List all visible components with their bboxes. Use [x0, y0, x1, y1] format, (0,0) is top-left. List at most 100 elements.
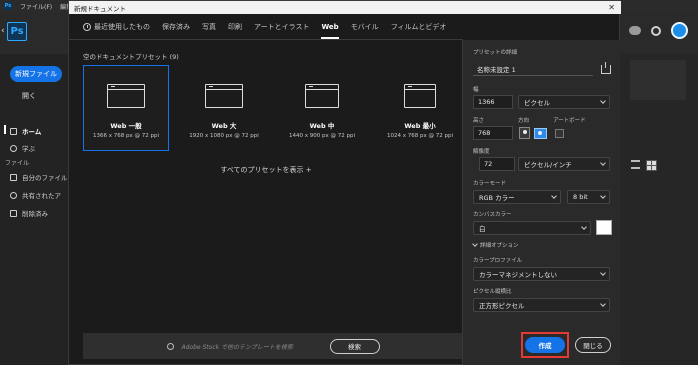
- search-icon[interactable]: [651, 25, 661, 36]
- photoshop-window: Ps ファイル(F) 編集(E) ‹ Ps 新規ファイル 開く ホーム 学ぶ フ…: [0, 0, 698, 365]
- tab-print[interactable]: 印刷: [228, 22, 242, 32]
- preset-size: 1024 x 768 px @ 72 ppi: [387, 133, 453, 139]
- width-label: 幅: [473, 87, 479, 93]
- tab-saved[interactable]: 保存済み: [162, 22, 190, 32]
- preset-name: Web 中: [309, 122, 335, 130]
- tab-film-video[interactable]: フィルムとビデオ: [391, 22, 447, 32]
- landscape-orientation-icon[interactable]: [534, 128, 547, 139]
- width-input[interactable]: 1366: [473, 95, 513, 109]
- trash-icon: [10, 209, 17, 217]
- sidebar-item-label: 削除済み: [22, 210, 48, 218]
- canvas-color-select[interactable]: 白: [473, 221, 591, 235]
- resolution-input[interactable]: 72: [479, 157, 515, 171]
- pixel-aspect-value: 正方形ピクセル: [479, 302, 525, 310]
- artboard-label: アートボード: [553, 118, 586, 124]
- height-label: 高さ: [473, 118, 485, 124]
- pixel-aspect-select[interactable]: 正方形ピクセル: [473, 298, 610, 312]
- canvas-color-swatch[interactable]: [596, 220, 612, 235]
- file-icon: [10, 173, 17, 181]
- top-right-icons: [629, 22, 688, 39]
- preset-name: Web 一般: [110, 122, 142, 130]
- view-all-presets-link[interactable]: すべてのプリセットを表示 +: [69, 165, 463, 175]
- sidebar-item-shared[interactable]: 共有されたア: [10, 190, 61, 200]
- sidebar-item-label: ホーム: [22, 128, 42, 136]
- sidebar-item-learn[interactable]: 学ぶ: [10, 143, 35, 153]
- sidebar-item-label: 学ぶ: [22, 145, 35, 153]
- sidebar-item-label: 自分のファイル: [22, 174, 68, 182]
- tab-art-illustration[interactable]: アートとイラスト: [254, 22, 309, 32]
- artboard-checkbox[interactable]: [555, 129, 564, 138]
- tab-recent[interactable]: 最近使用したもの: [83, 22, 150, 32]
- sidebar-item-home[interactable]: ホーム: [3, 125, 42, 136]
- preset-web-min[interactable]: Web 最小 1024 x 768 px @ 72 ppi: [377, 65, 463, 151]
- back-chevron-icon[interactable]: ‹: [1, 26, 5, 36]
- details-heading: プリセットの詳細: [473, 50, 518, 56]
- open-button[interactable]: 開く: [22, 91, 36, 101]
- menu-file[interactable]: ファイル(F): [20, 2, 52, 11]
- tab-web[interactable]: Web: [321, 23, 339, 39]
- chevron-down-icon: [581, 224, 587, 230]
- preset-name: Web 最小: [404, 122, 436, 130]
- resolution-unit-value: ピクセル/インチ: [524, 161, 572, 169]
- chevron-down-icon: [600, 270, 606, 276]
- chevron-down-icon: [600, 301, 606, 307]
- preset-web-large[interactable]: Web 大 1920 x 1080 px @ 72 ppi: [181, 65, 267, 151]
- unit-select-value: ピクセル: [524, 99, 550, 107]
- cloud-icon[interactable]: [629, 26, 641, 35]
- new-file-button[interactable]: 新規ファイル: [10, 66, 62, 82]
- dialog-title: 新規ドキュメント: [69, 1, 621, 14]
- document-icon: [205, 84, 243, 108]
- home-icon: [10, 127, 17, 135]
- color-profile-value: カラーマネジメントしない: [479, 271, 557, 279]
- avatar[interactable]: [671, 22, 688, 39]
- document-name-input[interactable]: 名称未設定 1: [473, 62, 593, 76]
- unit-select[interactable]: ピクセル: [518, 95, 610, 109]
- sidebar-item-deleted[interactable]: 削除済み: [10, 208, 48, 218]
- tab-mobile[interactable]: モバイル: [351, 22, 379, 32]
- create-button[interactable]: 作成: [525, 337, 565, 353]
- people-icon: [10, 191, 17, 199]
- close-icon[interactable]: ✕: [608, 1, 615, 14]
- document-icon: [107, 84, 145, 108]
- resolution-unit-select[interactable]: ピクセル/インチ: [518, 157, 610, 171]
- chevron-down-icon: [600, 98, 606, 104]
- advanced-options-toggle[interactable]: 詳細オプション: [472, 241, 519, 249]
- sidebar-item-label: 共有されたア: [22, 192, 61, 200]
- chevron-down-icon: [600, 160, 606, 166]
- presets-heading: 空のドキュメントプリセット (9): [83, 53, 179, 61]
- close-button[interactable]: 閉じる: [575, 337, 611, 353]
- resolution-label: 解像度: [473, 149, 490, 155]
- portrait-orientation-icon[interactable]: [519, 127, 530, 139]
- bit-depth-select[interactable]: 8 bit: [567, 190, 610, 204]
- tab-photo[interactable]: 写真: [202, 22, 216, 32]
- preset-name: Web 大: [211, 122, 237, 130]
- grid-view-icon[interactable]: [646, 160, 657, 171]
- canvas-color-value: 白: [479, 225, 486, 233]
- bit-depth-value: 8 bit: [573, 193, 588, 201]
- clock-icon: [83, 23, 91, 31]
- preset-size: 1366 x 768 px @ 72 ppi: [93, 133, 159, 139]
- content-block: [630, 60, 686, 100]
- stock-search-input[interactable]: Adobe Stock で他のテンプレートを検索: [182, 342, 322, 351]
- height-input[interactable]: 768: [473, 126, 513, 140]
- preset-web-medium[interactable]: Web 中 1440 x 900 px @ 72 ppi: [279, 65, 365, 151]
- color-mode-select[interactable]: RGB カラー: [473, 190, 561, 204]
- stock-search-button[interactable]: 検索: [329, 338, 380, 354]
- chevron-down-icon: [551, 193, 557, 199]
- canvas-color-label: カンバスカラー: [473, 212, 512, 218]
- preset-web-general[interactable]: Web 一般 1366 x 768 px @ 72 ppi: [83, 65, 169, 151]
- pixel-aspect-label: ピクセル縦横比: [473, 289, 512, 295]
- ps-small-logo-icon: Ps: [4, 2, 12, 10]
- preset-size: 1920 x 1080 px @ 72 ppi: [189, 133, 259, 139]
- color-profile-label: カラープロファイル: [473, 258, 523, 264]
- preset-tabs: 最近使用したもの 保存済み 写真 印刷 アートとイラスト Web モバイル フィ…: [69, 15, 463, 40]
- save-preset-icon[interactable]: [601, 62, 611, 74]
- color-mode-value: RGB カラー: [479, 194, 515, 202]
- list-view-icon[interactable]: [631, 160, 640, 169]
- preset-list: Web 一般 1366 x 768 px @ 72 ppi Web 大 1920…: [83, 65, 463, 151]
- tab-label: 最近使用したもの: [94, 23, 150, 31]
- sidebar-item-my-files[interactable]: 自分のファイル: [10, 172, 68, 182]
- chevron-down-icon: [472, 241, 478, 247]
- view-toggle: [631, 160, 657, 171]
- color-profile-select[interactable]: カラーマネジメントしない: [473, 267, 610, 281]
